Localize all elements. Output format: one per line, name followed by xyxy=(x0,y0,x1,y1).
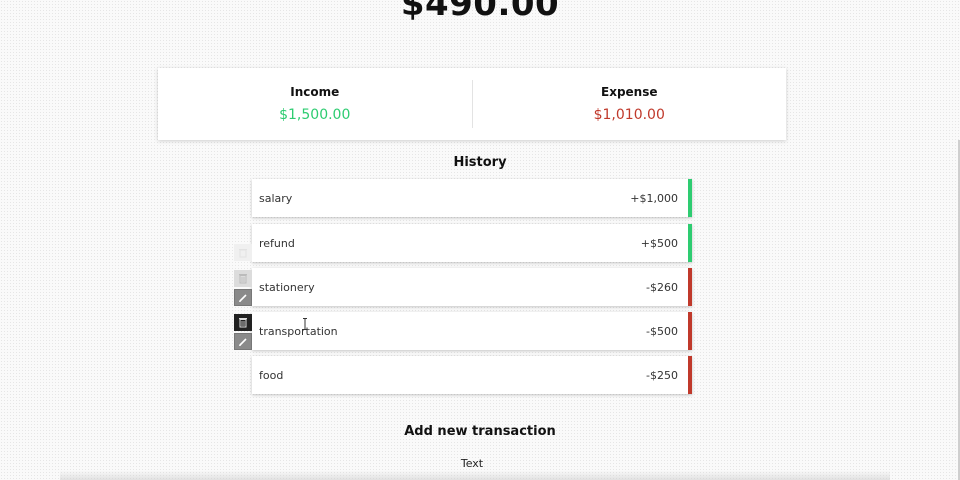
trash-icon xyxy=(239,318,247,328)
expense-summary: Expense $1,010.00 xyxy=(473,85,787,123)
transaction-amount: -$500 xyxy=(646,324,678,338)
edit-button[interactable] xyxy=(234,333,252,350)
pencil-icon xyxy=(239,337,247,346)
trash-icon xyxy=(239,249,247,258)
expense-label: Expense xyxy=(601,85,658,99)
history-title: History xyxy=(453,155,507,170)
expense-value: $1,010.00 xyxy=(593,107,665,123)
transaction-name: stationery xyxy=(259,280,315,294)
income-expense-card: Income $1,500.00 Expense $1,010.00 xyxy=(158,68,786,140)
transaction-item[interactable]: food -$250 xyxy=(252,356,692,394)
transaction-item[interactable]: stationery -$260 xyxy=(252,268,692,306)
transaction-item[interactable]: refund +$500 xyxy=(252,224,692,262)
transaction-name: transportation xyxy=(259,324,338,338)
pencil-icon xyxy=(239,293,247,302)
income-summary: Income $1,500.00 xyxy=(158,85,472,123)
text-cursor-icon xyxy=(303,318,307,330)
transaction-item[interactable]: transportation -$500 xyxy=(252,312,692,350)
transaction-item[interactable]: salary +$1,000 xyxy=(252,179,692,217)
edit-button[interactable] xyxy=(234,289,252,306)
transaction-amount: +$1,000 xyxy=(630,191,678,205)
delete-button[interactable] xyxy=(234,270,252,287)
trash-icon xyxy=(239,274,247,284)
add-transaction-title: Add new transaction xyxy=(404,424,556,439)
delete-button[interactable] xyxy=(234,314,252,331)
transaction-amount: -$250 xyxy=(646,368,678,382)
transaction-amount: +$500 xyxy=(640,236,678,250)
income-label: Income xyxy=(290,85,340,99)
income-value: $1,500.00 xyxy=(279,107,351,123)
text-field-label: Text xyxy=(460,457,484,470)
transaction-name: salary xyxy=(259,191,293,205)
transaction-name: food xyxy=(259,368,284,382)
transaction-name: refund xyxy=(259,236,295,250)
balance-amount: $490.00 xyxy=(400,0,560,24)
transaction-amount: -$260 xyxy=(646,280,678,294)
bottom-fade xyxy=(60,470,890,480)
delete-button[interactable] xyxy=(234,244,252,261)
